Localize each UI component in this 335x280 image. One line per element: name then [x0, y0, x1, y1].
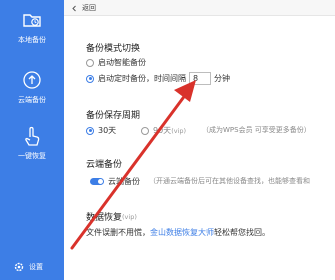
annotation-arrow — [70, 80, 196, 250]
